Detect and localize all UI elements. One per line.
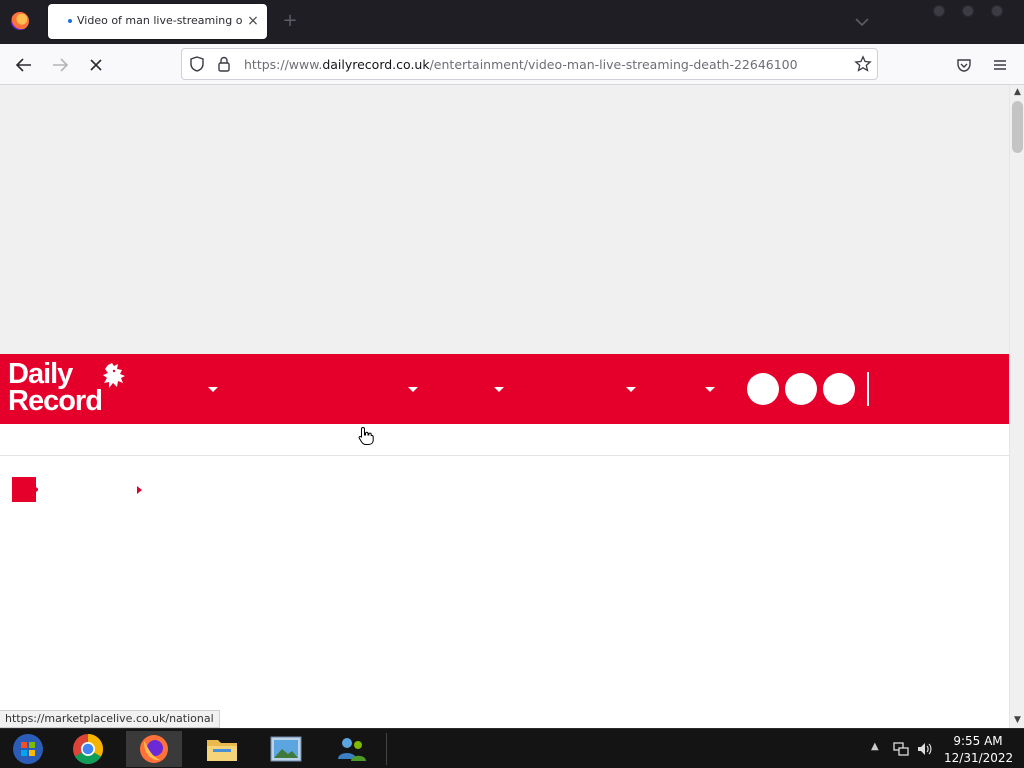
scroll-thumb[interactable] [1012,101,1023,153]
lion-rampant-icon [103,363,125,388]
lock-icon[interactable] [216,55,232,73]
social-button-3[interactable] [823,373,855,405]
tab-title: Video of man live-streaming own [77,14,243,27]
url-text[interactable]: https://www.dailyrecord.co.uk/entertainm… [244,57,804,73]
social-button-2[interactable] [785,373,817,405]
nav-dropdown-caret-1[interactable] [208,387,218,392]
show-hidden-icons-button[interactable]: ▲ [871,741,883,755]
url-domain: dailyrecord.co.uk [322,57,430,72]
window-close-button[interactable] [991,5,1003,17]
page-scrollbar[interactable]: ▲ ▼ [1009,85,1024,728]
taskbar-firefox[interactable] [126,731,182,767]
nav-dropdown-caret-5[interactable] [705,387,715,392]
start-orb-icon [13,734,43,764]
sub-navigation [0,424,1009,456]
taskbar: ▲ 9:55 AM 12/31/2022 [0,728,1024,768]
start-button[interactable] [0,731,56,767]
tab-strip: Video of man live-streaming own × + [0,0,1024,44]
taskbar-file-explorer[interactable] [194,731,250,767]
tab-active[interactable]: Video of man live-streaming own × [48,4,267,39]
status-link-preview: https://marketplacelive.co.uk/national [0,710,220,728]
shield-icon[interactable] [188,55,206,73]
site-masthead: Daily Record [0,354,1009,424]
firefox-icon [140,735,168,763]
breadcrumb-arrow-icon [137,486,142,494]
ad-placeholder [0,85,1009,354]
photo-viewer-icon [270,736,302,762]
logo-line-2: Record [8,385,103,417]
arrow-left-icon[interactable] [11,52,37,78]
url-bar[interactable]: https://www.dailyrecord.co.uk/entertainm… [181,48,878,80]
new-tab-button[interactable]: + [280,10,300,32]
nav-dropdown-caret-2[interactable] [408,387,418,392]
tab-loading-dot [68,19,72,23]
minimize-button[interactable] [933,5,945,17]
masthead-divider [867,372,869,406]
scroll-up-button[interactable]: ▲ [1010,85,1024,99]
taskbar-separator [386,733,387,765]
maximize-button[interactable] [962,5,974,17]
pocket-icon[interactable] [955,56,973,74]
network-icon[interactable] [892,740,910,758]
url-prefix: https://www. [244,57,323,72]
navigation-bar: https://www.dailyrecord.co.uk/entertainm… [0,44,1024,85]
nav-dropdown-caret-3[interactable] [494,387,504,392]
clock-time[interactable]: 9:55 AM [944,734,1012,748]
firefox-icon[interactable] [11,12,29,30]
star-icon[interactable] [854,55,872,73]
page-content: Daily Record [0,85,1009,728]
hand-cursor-icon [358,426,374,445]
taskbar-photo-viewer[interactable] [258,731,314,767]
section-badge-icon[interactable] [12,477,38,502]
clock-date[interactable]: 12/31/2022 [944,751,1013,765]
chrome-icon [73,734,104,765]
arrow-right-icon[interactable] [47,52,73,78]
hamburger-menu-icon[interactable] [991,56,1009,74]
volume-icon[interactable] [916,740,934,758]
nav-dropdown-caret-4[interactable] [626,387,636,392]
taskbar-chrome[interactable] [60,731,116,767]
network-people-icon [338,738,366,761]
chevron-down-icon[interactable] [852,12,872,32]
url-path: /entertainment/video-man-live-streaming-… [429,57,798,72]
social-button-1[interactable] [747,373,779,405]
close-icon[interactable] [83,52,109,78]
taskbar-network-people[interactable] [324,731,380,767]
tab-close-button[interactable]: × [245,12,261,30]
scroll-down-button[interactable]: ▼ [1010,713,1024,727]
file-explorer-icon [207,740,237,761]
